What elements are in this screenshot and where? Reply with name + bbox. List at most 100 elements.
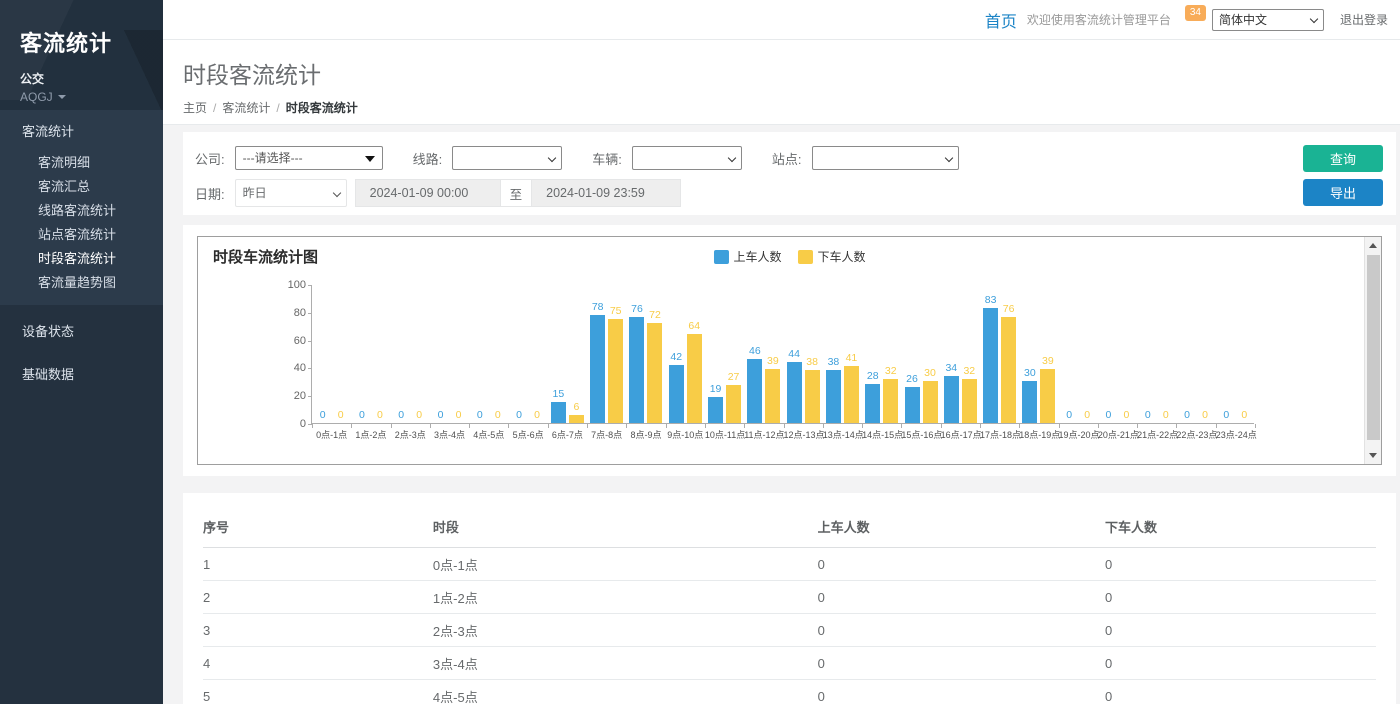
table-header-cell: 下车人数: [1105, 511, 1376, 548]
bar-上车人数[interactable]: 76: [629, 317, 644, 423]
bar-value-label: 32: [885, 365, 897, 377]
x-axis-category-label: 9点-10点: [666, 428, 705, 441]
x-axis-category-label: 18点-19点: [1019, 428, 1058, 441]
company-select[interactable]: ---请选择---: [235, 146, 383, 170]
bar-value-label: 39: [1042, 355, 1054, 367]
bar-group: 3432: [941, 284, 980, 423]
x-axis-category-label: 20点-21点: [1098, 428, 1137, 441]
bar-value-label: 0: [1241, 409, 1247, 421]
bar-下车人数[interactable]: 27: [726, 385, 741, 423]
bar-下车人数[interactable]: 72: [647, 323, 662, 423]
language-select[interactable]: 简体中文: [1212, 9, 1324, 31]
bar-下车人数[interactable]: 41: [844, 366, 859, 423]
bar-下车人数[interactable]: 32: [962, 379, 977, 423]
message-count-badge[interactable]: 34: [1185, 5, 1206, 21]
bar-上车人数[interactable]: 42: [669, 365, 684, 423]
bar-下车人数[interactable]: 39: [1040, 369, 1055, 423]
bar-group: 00: [312, 284, 351, 423]
scroll-down-icon[interactable]: [1369, 453, 1377, 458]
x-axis-category-label: 3点-4点: [430, 428, 469, 441]
y-axis-tick-label: 20: [278, 390, 306, 402]
bar-下车人数[interactable]: 76: [1001, 317, 1016, 423]
sidebar-item[interactable]: 基础数据: [0, 352, 163, 395]
bar-value-label: 0: [477, 409, 483, 421]
breadcrumb-item[interactable]: 主页: [183, 101, 207, 115]
sidebar: 客流统计 公交 AQGJ 客流统计 客流明细客流汇总线路客流统计站点客流统计时段…: [0, 0, 163, 704]
home-link[interactable]: 首页: [985, 8, 1017, 32]
bar-上车人数[interactable]: 44: [787, 362, 802, 423]
bar-value-label: 0: [1163, 409, 1169, 421]
bar-group: 7672: [626, 284, 665, 423]
table-cell: 4: [203, 647, 433, 680]
table-header-cell: 序号: [203, 511, 433, 548]
bar-下车人数[interactable]: 75: [608, 319, 623, 423]
bar-group: 00: [1137, 284, 1176, 423]
table-header-cell: 上车人数: [818, 511, 1105, 548]
sidebar-nav: 客流统计 客流明细客流汇总线路客流统计站点客流统计时段客流统计客流量趋势图 设备…: [0, 110, 163, 395]
date-preset-select[interactable]: 昨日: [235, 179, 347, 207]
x-axis-category-label: 22点-23点: [1176, 428, 1215, 441]
bar-下车人数[interactable]: 6: [569, 415, 584, 423]
account-dropdown[interactable]: AQGJ: [20, 90, 163, 104]
bar-下车人数[interactable]: 32: [883, 379, 898, 423]
export-button[interactable]: 导出: [1303, 179, 1383, 206]
nav-section-passenger-stats: 客流统计 客流明细客流汇总线路客流统计站点客流统计时段客流统计客流量趋势图: [0, 110, 163, 305]
sidebar-subitem[interactable]: 时段客流统计: [0, 247, 163, 271]
bar-上车人数[interactable]: 26: [905, 387, 920, 423]
bar-value-label: 0: [1145, 409, 1151, 421]
scrollbar-thumb[interactable]: [1367, 255, 1380, 440]
sidebar-subitem[interactable]: 客流明细: [0, 151, 163, 175]
sidebar-item-passenger-stats[interactable]: 客流统计: [0, 110, 163, 151]
sidebar-subitem[interactable]: 客流量趋势图: [0, 271, 163, 295]
table-cell: 1点-2点: [433, 581, 818, 614]
filter-buttons: 查询 导出: [1303, 145, 1383, 206]
bar-上车人数[interactable]: 30: [1022, 381, 1037, 423]
chart-title: 时段车流统计图: [213, 246, 318, 267]
x-axis-category-label: 16点-17点: [941, 428, 980, 441]
table-cell: 0: [1105, 680, 1376, 704]
bar-上车人数[interactable]: 19: [708, 397, 723, 423]
bar-下车人数[interactable]: 30: [923, 381, 938, 423]
bar-上车人数[interactable]: 34: [944, 376, 959, 423]
sidebar-subitem[interactable]: 线路客流统计: [0, 199, 163, 223]
bar-上车人数[interactable]: 78: [590, 315, 605, 423]
date-to-input[interactable]: 2024-01-09 23:59: [531, 179, 681, 207]
line-select[interactable]: [452, 146, 562, 170]
bar-group: 2832: [862, 284, 901, 423]
bar-value-label: 46: [749, 345, 761, 357]
bar-上车人数[interactable]: 83: [983, 308, 998, 423]
bar-上车人数[interactable]: 46: [747, 359, 762, 423]
legend-item-boarding[interactable]: 上车人数: [713, 248, 781, 265]
bar-value-label: 32: [963, 365, 975, 377]
bar-上车人数[interactable]: 28: [865, 384, 880, 423]
bar-value-label: 0: [438, 409, 444, 421]
chevron-down-icon: [728, 154, 736, 162]
bar-group: 00: [351, 284, 390, 423]
table-cell: 0: [818, 614, 1105, 647]
legend-label: 下车人数: [818, 248, 866, 265]
sidebar-subitem[interactable]: 站点客流统计: [0, 223, 163, 247]
bar-上车人数[interactable]: 15: [551, 402, 566, 423]
sidebar-subitem[interactable]: 客流汇总: [0, 175, 163, 199]
bar-上车人数[interactable]: 38: [826, 370, 841, 423]
table-row: 43点-4点00: [203, 647, 1376, 680]
welcome-text: 欢迎使用客流统计管理平台: [1027, 11, 1171, 28]
chart-scrollbar[interactable]: [1364, 237, 1381, 464]
bar-下车人数[interactable]: 39: [765, 369, 780, 423]
legend-item-alighting[interactable]: 下车人数: [798, 248, 866, 265]
page-heading: 时段客流统计 主页/客流统计/时段客流统计: [163, 40, 1400, 125]
logout-link[interactable]: 退出登录: [1340, 11, 1388, 28]
sidebar-item[interactable]: 设备状态: [0, 309, 163, 352]
station-select[interactable]: [812, 146, 959, 170]
scroll-up-icon[interactable]: [1369, 243, 1377, 248]
table-row: 54点-5点00: [203, 680, 1376, 704]
bar-下车人数[interactable]: 38: [805, 370, 820, 423]
x-axis-category-label: 19点-20点: [1059, 428, 1098, 441]
query-button[interactable]: 查询: [1303, 145, 1383, 172]
bar-value-label: 75: [610, 305, 622, 317]
date-from-input[interactable]: 2024-01-09 00:00: [355, 179, 501, 207]
breadcrumb-item[interactable]: 客流统计: [222, 101, 270, 115]
x-axis-category-label: 5点-6点: [508, 428, 547, 441]
bar-下车人数[interactable]: 64: [687, 334, 702, 423]
vehicle-select[interactable]: [632, 146, 742, 170]
